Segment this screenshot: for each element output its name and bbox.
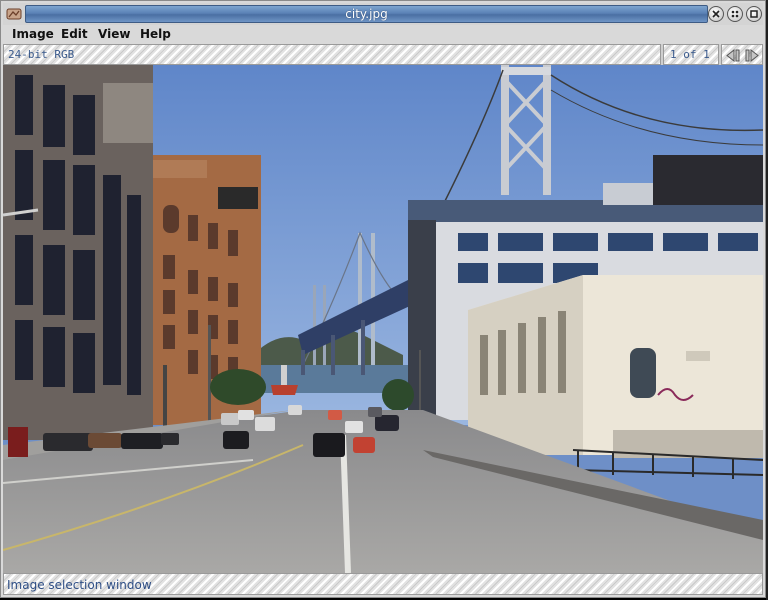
info-bar: 24-bit RGB 1 of 1: [3, 44, 763, 65]
title-bar[interactable]: city.jpg: [3, 3, 763, 25]
menu-view[interactable]: View: [98, 26, 130, 42]
image-format-label: 24-bit RGB: [8, 48, 75, 61]
maximize-icon[interactable]: [746, 6, 762, 22]
page-nav-group: [721, 44, 763, 65]
close-icon[interactable]: [708, 6, 724, 22]
page-indicator: 1 of 1: [663, 44, 719, 65]
iconify-icon[interactable]: [727, 6, 743, 22]
image-format-field: 24-bit RGB: [3, 44, 661, 65]
title-bar-fill: city.jpg: [25, 5, 708, 23]
prev-page-icon[interactable]: [724, 48, 742, 63]
status-bar: Image selection window: [3, 573, 763, 595]
menu-bar: Image Edit View Help: [3, 25, 763, 43]
menu-image[interactable]: Image: [12, 26, 54, 42]
viewer-app-icon[interactable]: [6, 6, 22, 22]
status-text: Image selection window: [7, 578, 152, 592]
menu-help[interactable]: Help: [140, 26, 171, 42]
page-count-label: 1 of 1: [670, 48, 710, 61]
window-title: city.jpg: [345, 7, 388, 21]
next-page-icon[interactable]: [743, 48, 761, 63]
image-canvas[interactable]: [3, 65, 763, 573]
menu-edit[interactable]: Edit: [61, 26, 88, 42]
image-viewer-window: city.jpg Image Edit View Help 24-bit RGB…: [0, 0, 766, 598]
city-photo: [3, 65, 763, 573]
